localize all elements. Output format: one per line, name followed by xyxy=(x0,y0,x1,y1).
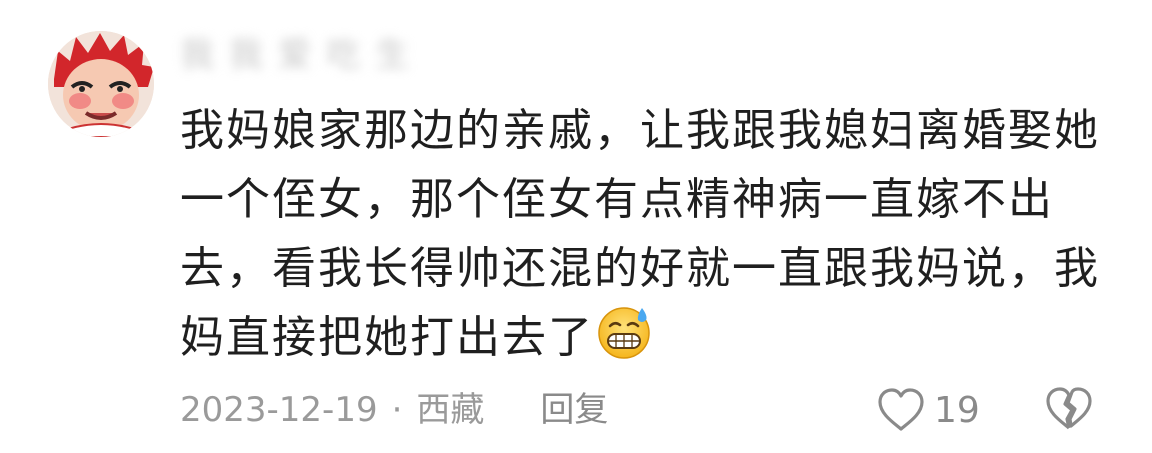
meta-separator: · xyxy=(391,390,403,430)
comment-location: 西藏 xyxy=(416,390,485,430)
heart-icon xyxy=(878,388,924,431)
comment-body: 我妈娘家那边的亲戚，让我跟我媳妇离婚娶她一个侄女，那个侄女有点精神病一直嫁不出去… xyxy=(180,96,1110,372)
like-count: 19 xyxy=(934,389,980,431)
grimacing-sweat-emoji-icon xyxy=(598,307,650,359)
dislike-button[interactable] xyxy=(1044,386,1094,434)
broken-heart-icon xyxy=(1046,387,1092,430)
avatar-cartoon-face-icon xyxy=(48,31,154,137)
comment-item: 我 我 爱 吃 生 我妈娘家那边的亲戚，让我跟我媳妇离婚娶她一个侄女，那个侄女有… xyxy=(0,0,1152,453)
username[interactable]: 我 我 爱 吃 生 xyxy=(180,32,411,78)
reply-button[interactable]: 回复 xyxy=(540,387,608,433)
avatar[interactable] xyxy=(48,31,154,137)
comment-meta: 2023-12-19 · 西藏 回复 xyxy=(180,387,608,433)
comment-date: 2023-12-19 xyxy=(180,390,378,430)
like-button[interactable]: 19 xyxy=(876,386,980,434)
